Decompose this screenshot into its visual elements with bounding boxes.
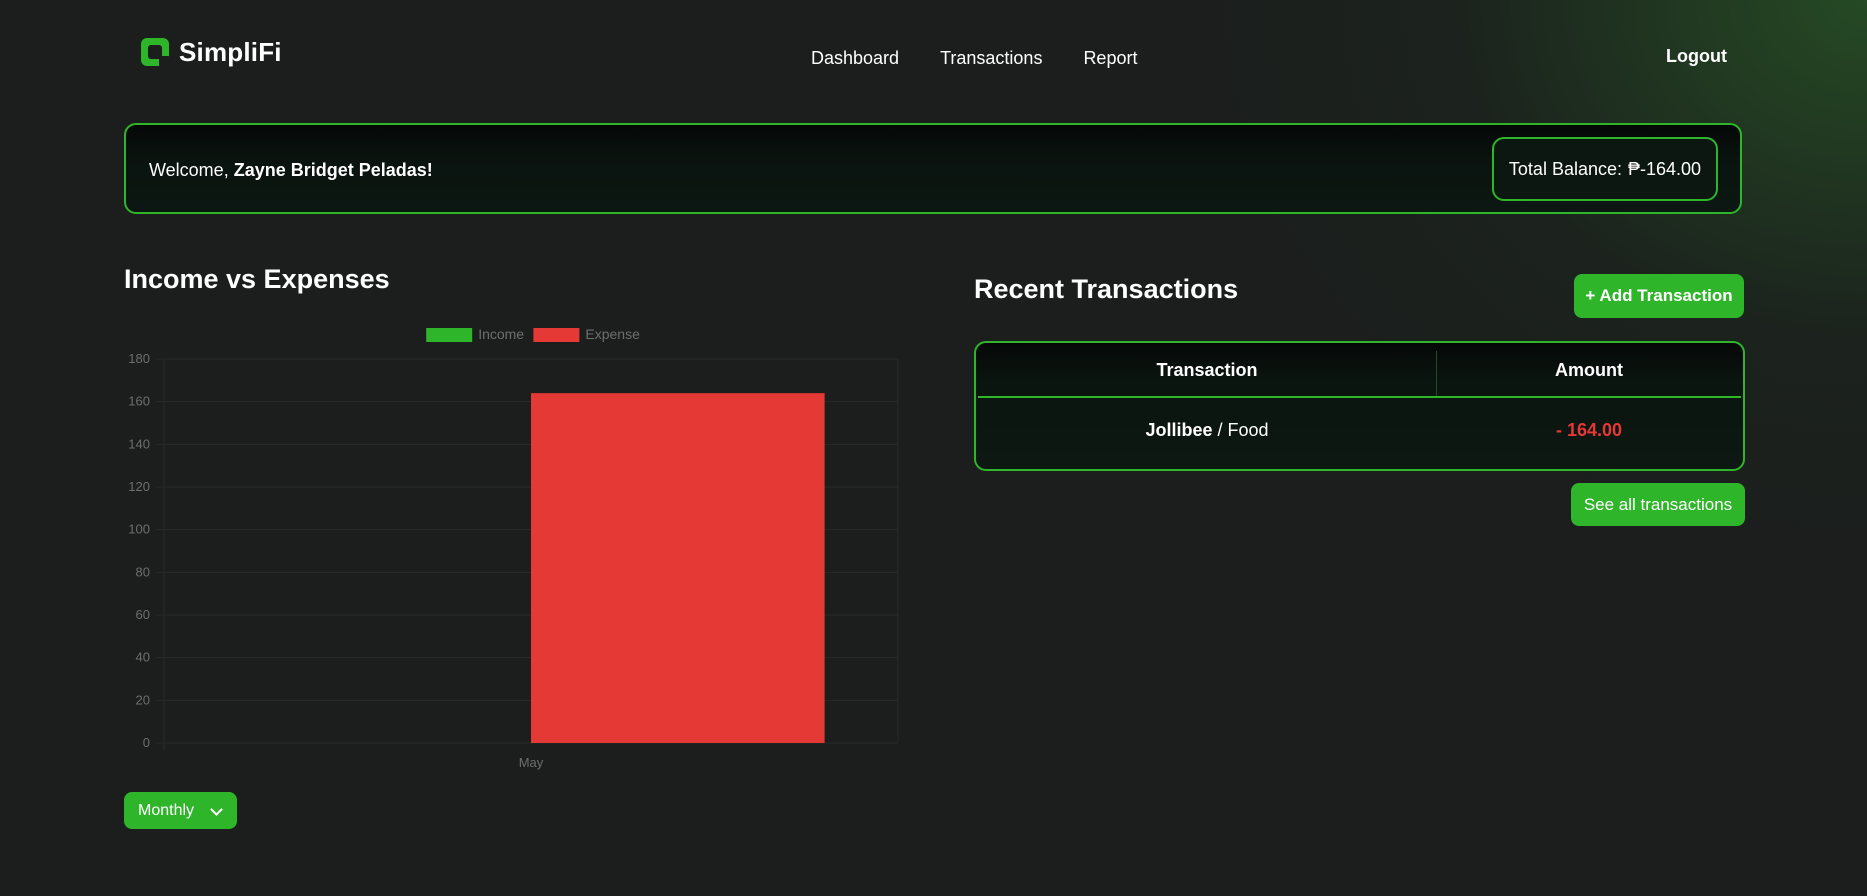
balance-value: ₱-164.00 bbox=[1628, 158, 1702, 179]
y-tick-label: 180 bbox=[128, 351, 150, 366]
y-tick-label: 20 bbox=[136, 692, 150, 707]
transaction-merchant: Jollibee bbox=[1145, 420, 1213, 440]
legend-swatch-expense bbox=[533, 328, 580, 342]
legend-swatch-income bbox=[426, 328, 473, 342]
bar-expense-may bbox=[531, 393, 825, 743]
recent-transactions-table: Transaction Amount Jollibee / Food - 164… bbox=[974, 341, 1745, 471]
nav-item-dashboard[interactable]: Dashboard bbox=[811, 48, 899, 69]
nav-item-transactions[interactable]: Transactions bbox=[940, 48, 1042, 69]
period-select-value: Monthly bbox=[138, 801, 195, 819]
x-tick-label: May bbox=[519, 755, 544, 770]
y-tick-label: 80 bbox=[136, 564, 150, 579]
welcome-banner: Welcome, Zayne Bridget Peladas! Total Ba… bbox=[124, 123, 1742, 214]
total-balance-card: Total Balance: ₱-164.00 bbox=[1492, 137, 1718, 201]
transaction-category: Food bbox=[1227, 420, 1269, 440]
user-name: Zayne Bridget Peladas! bbox=[233, 160, 433, 180]
table-row[interactable]: Jollibee / Food - 164.00 bbox=[978, 398, 1741, 469]
transaction-amount: - 164.00 bbox=[1555, 420, 1623, 440]
y-tick-label: 60 bbox=[136, 607, 150, 622]
income-expense-chart: 0 20 40 60 80 100 120 140 160 180 May Income Expense bbox=[128, 326, 899, 770]
y-tick-label: 0 bbox=[143, 735, 150, 750]
simplifi-logo-icon bbox=[141, 38, 171, 68]
column-header-transaction: Transaction bbox=[1156, 360, 1258, 380]
legend-label-income: Income bbox=[478, 326, 524, 342]
y-tick-label: 140 bbox=[128, 436, 150, 451]
see-all-transactions-button[interactable]: See all transactions bbox=[1571, 483, 1745, 526]
y-tick-label: 40 bbox=[136, 650, 150, 665]
transaction-cell: Jollibee / Food bbox=[978, 420, 1436, 441]
column-header-amount: Amount bbox=[1555, 360, 1623, 380]
nav-item-report[interactable]: Report bbox=[1083, 48, 1137, 69]
balance-label: Total Balance: bbox=[1508, 158, 1622, 179]
welcome-message: Welcome, Zayne Bridget Peladas! bbox=[149, 160, 433, 181]
add-transaction-button[interactable]: + Add Transaction bbox=[1574, 274, 1744, 318]
legend-label-expense: Expense bbox=[585, 326, 640, 342]
logout-link[interactable]: Logout bbox=[1666, 46, 1727, 67]
table-header: Transaction Amount bbox=[978, 343, 1741, 398]
transaction-separator: / bbox=[1217, 420, 1223, 440]
y-tick-label: 160 bbox=[128, 394, 150, 409]
chart-section-title: Income vs Expenses bbox=[124, 264, 390, 294]
y-tick-label: 120 bbox=[128, 479, 150, 494]
transactions-section-title: Recent Transactions bbox=[974, 274, 1239, 304]
y-tick-label: 100 bbox=[128, 522, 150, 537]
brand-name: SimpliFi bbox=[179, 36, 282, 67]
period-select[interactable]: Monthly bbox=[124, 792, 237, 829]
welcome-prefix: Welcome, bbox=[149, 160, 229, 180]
brand[interactable]: SimpliFi bbox=[141, 36, 282, 68]
chevron-down-icon bbox=[210, 803, 223, 816]
main-nav: Dashboard Transactions Report bbox=[811, 48, 1178, 69]
